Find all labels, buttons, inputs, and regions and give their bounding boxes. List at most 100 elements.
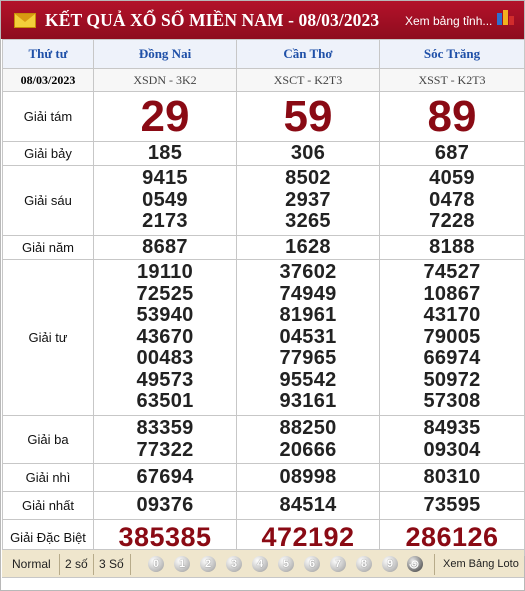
prize-number: 59 (283, 91, 333, 141)
weekday-label: Thứ tư (2, 39, 94, 69)
prize-number: 49573 (136, 368, 194, 391)
digit-4-button[interactable]: 4 (252, 556, 268, 572)
prize-number: 84514 (279, 493, 337, 516)
digit-7-button[interactable]: 7 (330, 556, 346, 572)
prize-label-g8: Giải tám (2, 91, 94, 142)
prize-cell: 74527 10867 43170 79005 66974 50972 5730… (379, 259, 525, 416)
prize-number: 2173 (142, 210, 188, 233)
prize-number: 81961 (279, 304, 337, 327)
prize-number: 77322 (136, 438, 194, 461)
prize-number: 8502 (285, 167, 331, 190)
prize-number: 89 (427, 91, 477, 141)
bar-flag-icon (497, 9, 515, 27)
prize-cell: 8502 2937 3265 (236, 165, 380, 236)
prize-number: 19110 (136, 261, 193, 284)
digit-2-button[interactable]: 2 (200, 556, 216, 572)
prize-number: 50972 (423, 368, 481, 391)
prize-cell: 9415 0549 2173 (93, 165, 237, 236)
view-province-link[interactable]: Xem bảng tỉnh... (405, 14, 492, 28)
prize-cell: 84935 09304 (379, 415, 525, 464)
prize-number: 63501 (136, 390, 194, 413)
prize-cell: 89 (379, 91, 525, 142)
prize-cell: 80310 (379, 463, 525, 492)
prize-cell: 8687 (93, 235, 237, 260)
prize-cell: 37602 74949 81961 04531 77965 95542 9316… (236, 259, 380, 416)
prize-number: 57308 (423, 390, 481, 413)
ticket-code: XSST - K2T3 (379, 68, 525, 92)
prize-cell: 306 (236, 141, 380, 166)
prize-number: 09376 (136, 493, 194, 516)
prize-label-g1: Giải nhất (2, 491, 94, 520)
prize-number: 1628 (285, 235, 331, 258)
digit-3-button[interactable]: 3 (226, 556, 242, 572)
prize-number: 37602 (279, 261, 337, 284)
prize-cell: 84514 (236, 491, 380, 520)
prize-cell: 19110 72525 53940 43670 00483 49573 6350… (93, 259, 237, 416)
footer-toolbar: Normal 2 số 3 Số 0 1 2 3 4 5 6 7 8 9 Xem… (2, 549, 524, 578)
prize-label-g5: Giải năm (2, 235, 94, 260)
prize-label-g3: Giải ba (2, 415, 94, 464)
digit-1-button[interactable]: 1 (174, 556, 190, 572)
prize-number: 84935 (423, 417, 481, 439)
ticket-code: XSDN - 3K2 (93, 68, 237, 92)
prize-number: 66974 (423, 347, 481, 370)
mode-3-digit-button[interactable]: 3 Số (99, 557, 124, 571)
prize-cell: 88250 20666 (236, 415, 380, 464)
prize-cell: 08998 (236, 463, 380, 492)
prize-number: 20666 (279, 438, 337, 461)
prize-number: 04531 (279, 325, 337, 348)
digit-8-button[interactable]: 8 (356, 556, 372, 572)
digit-9-button[interactable]: 9 (382, 556, 398, 572)
prize-number: 79005 (423, 325, 481, 348)
prize-number: 67694 (136, 465, 194, 488)
draw-date: 08/03/2023 (2, 68, 94, 92)
prize-number: 10867 (423, 282, 481, 305)
envelope-icon (14, 13, 36, 28)
results-table: Thứ tư Đồng Nai Cần Thơ Sóc Trăng 08/03/… (2, 39, 525, 556)
prize-number: 80310 (423, 465, 481, 488)
province-can-tho[interactable]: Cần Thơ (236, 39, 380, 69)
mode-2-digit-button[interactable]: 2 số (65, 557, 88, 571)
prize-number: 7228 (429, 210, 475, 233)
prize-number: 00483 (136, 347, 194, 370)
prize-number: 53940 (136, 304, 194, 327)
prize-number: 687 (434, 141, 470, 164)
prize-label-g6: Giải sáu (2, 165, 94, 236)
prize-label-g2: Giải nhì (2, 463, 94, 492)
province-soc-trang[interactable]: Sóc Trăng (379, 39, 525, 69)
prize-number: 9415 (142, 167, 188, 190)
digit-6-button[interactable]: 6 (304, 556, 320, 572)
spiral-icon[interactable] (407, 556, 423, 572)
prize-cell: 83359 77322 (93, 415, 237, 464)
prize-number: 93161 (279, 390, 337, 413)
prize-number: 95542 (279, 368, 337, 391)
prize-number: 43670 (136, 325, 194, 348)
prize-number: 77965 (279, 347, 337, 370)
prize-number: 0549 (142, 188, 188, 211)
prize-cell: 1628 (236, 235, 380, 260)
mode-normal-button[interactable]: Normal (12, 557, 51, 571)
prize-cell: 73595 (379, 491, 525, 520)
prize-cell: 185 (93, 141, 237, 166)
prize-number: 306 (290, 141, 326, 164)
digit-0-button[interactable]: 0 (148, 556, 164, 572)
prize-cell: 67694 (93, 463, 237, 492)
prize-number: 185 (147, 141, 183, 164)
prize-number: 83359 (136, 417, 194, 439)
digit-5-button[interactable]: 5 (278, 556, 294, 572)
prize-cell: 29 (93, 91, 237, 142)
prize-number: 09304 (423, 438, 481, 461)
view-loto-link[interactable]: Xem Bảng Loto (443, 558, 519, 570)
prize-number: 3265 (285, 210, 331, 233)
prize-number: 0478 (429, 188, 475, 211)
prize-cell: 09376 (93, 491, 237, 520)
prize-number: 73595 (423, 493, 481, 516)
prize-number: 2937 (285, 188, 331, 211)
prize-label-g7: Giải bảy (2, 141, 94, 166)
prize-number: 43170 (423, 304, 481, 327)
prize-number: 74949 (279, 282, 337, 305)
province-dong-nai[interactable]: Đồng Nai (93, 39, 237, 69)
prize-number: 08998 (279, 465, 337, 488)
prize-number: 29 (140, 91, 190, 141)
prize-number: 8687 (142, 235, 188, 258)
